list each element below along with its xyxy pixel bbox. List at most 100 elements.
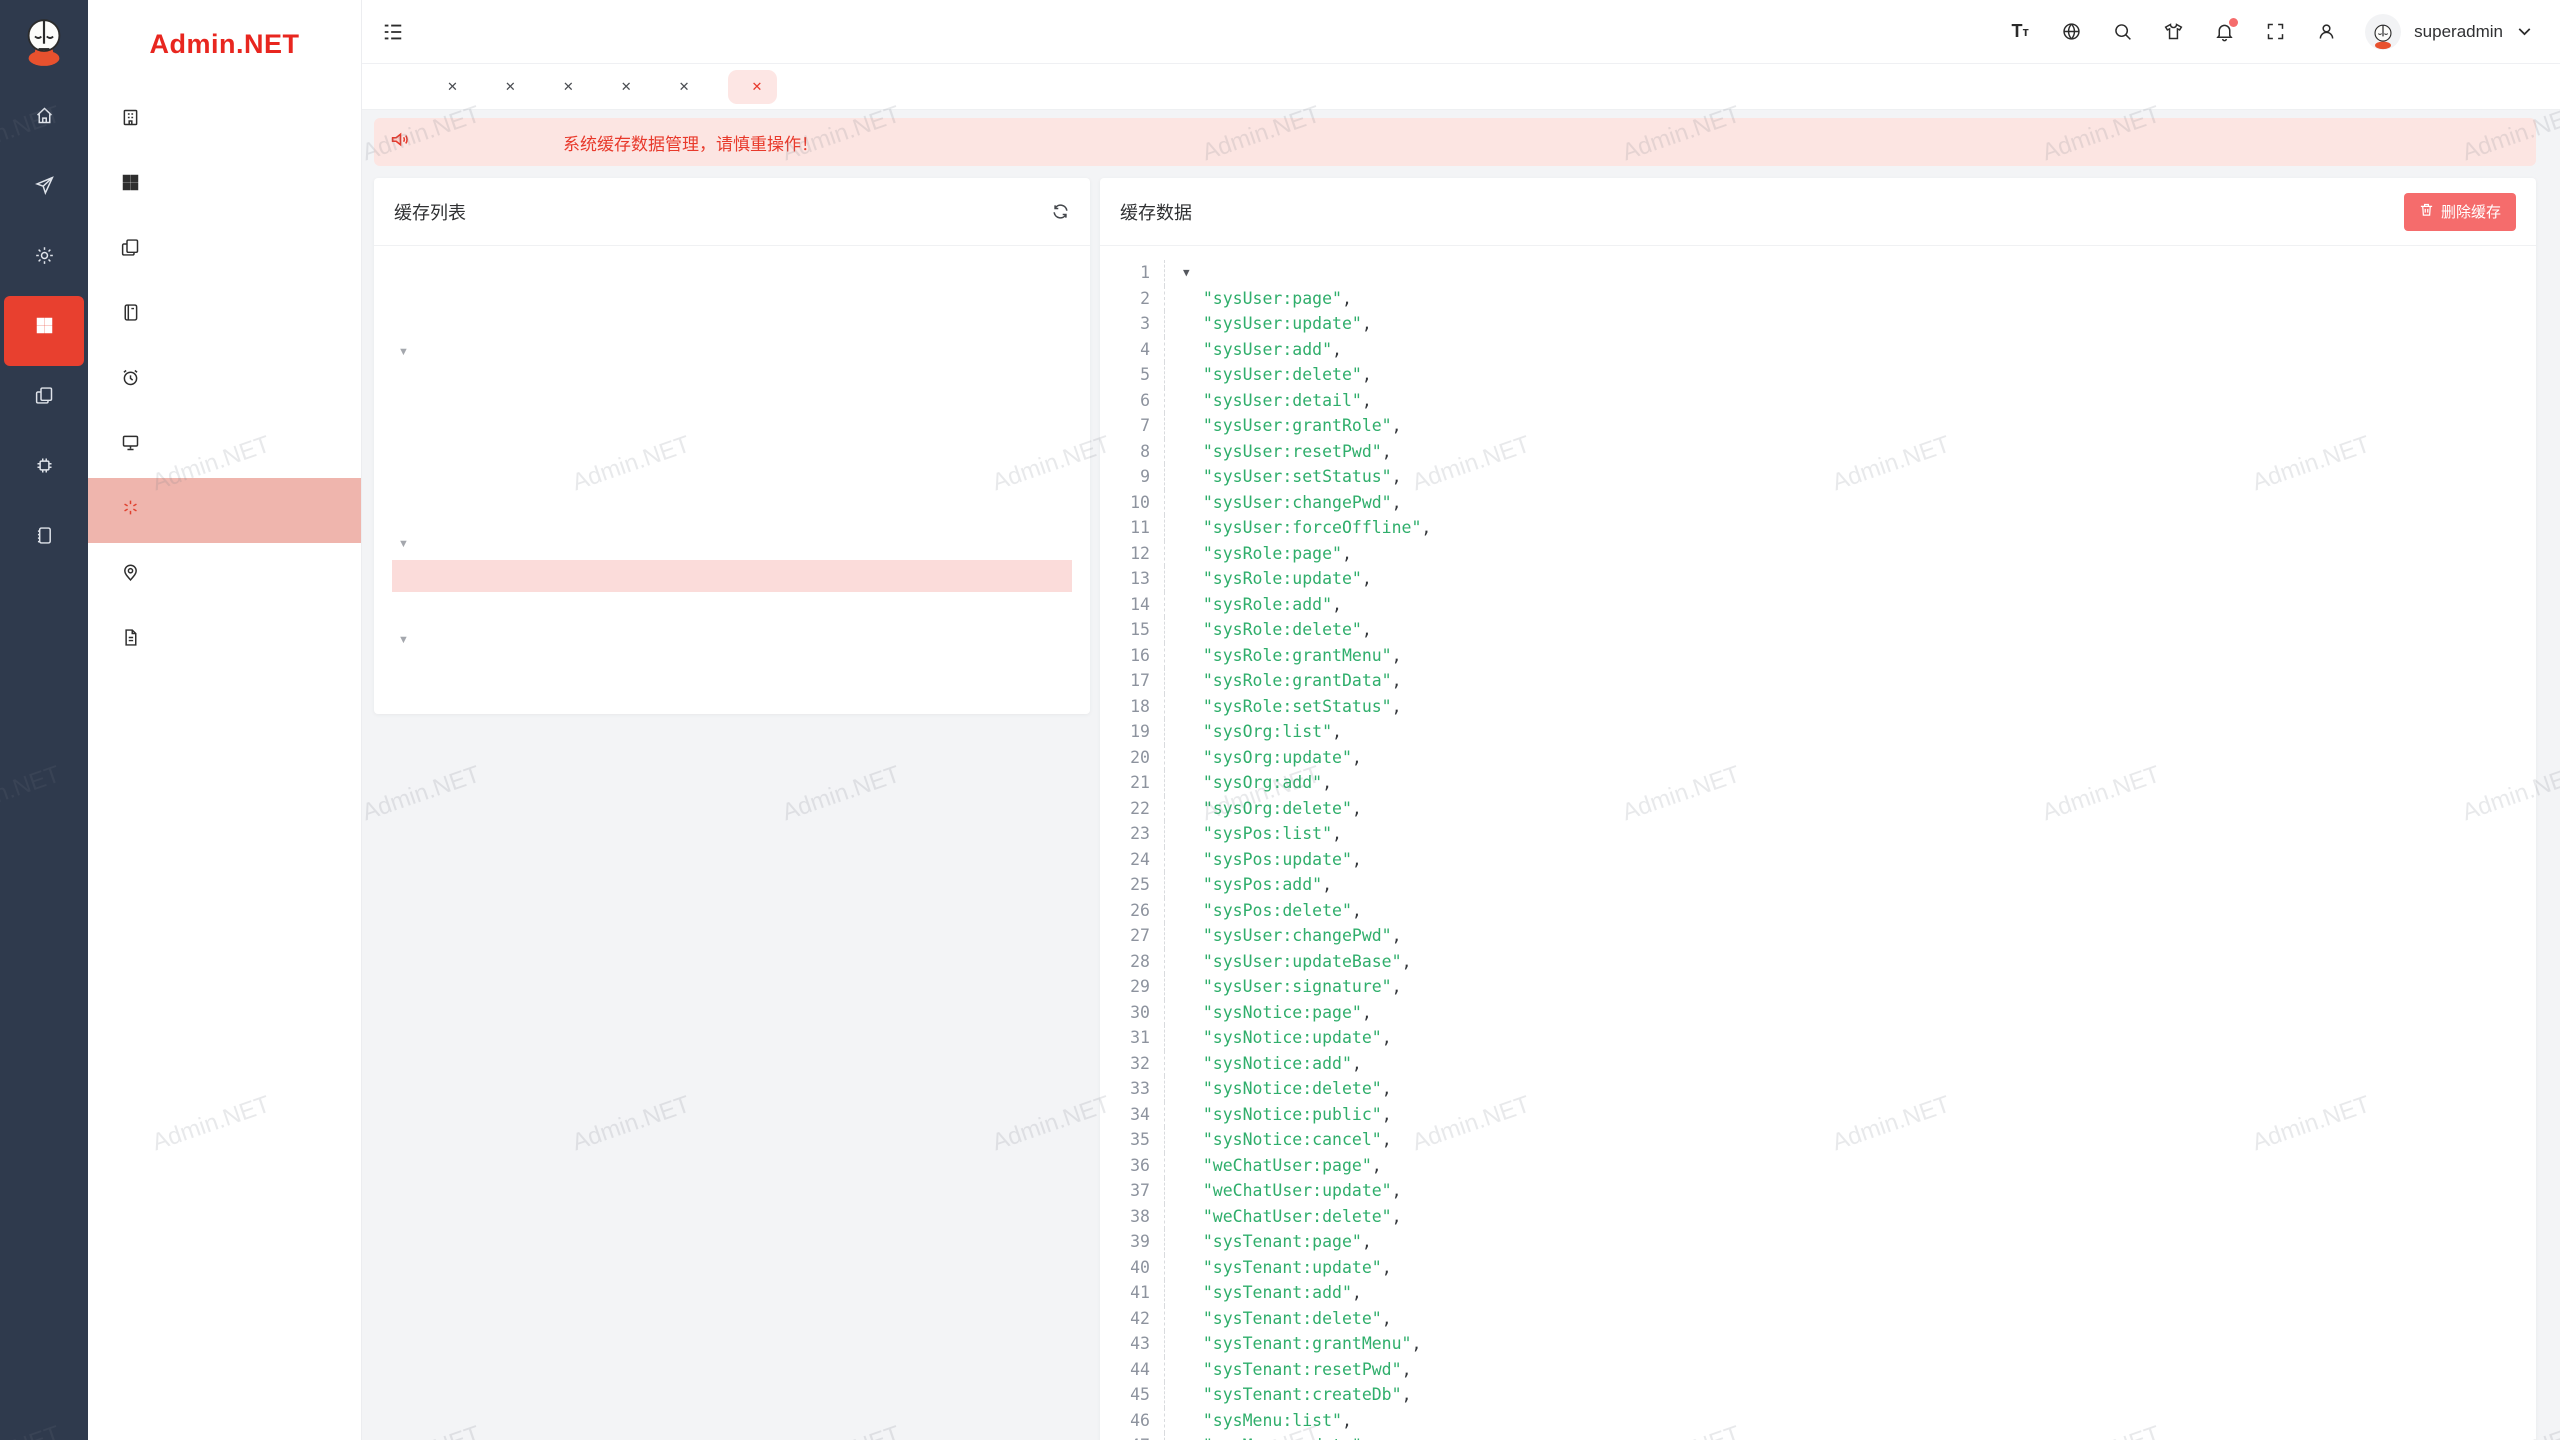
line-number: 40: [1100, 1255, 1164, 1281]
rail-item-3[interactable]: [4, 296, 84, 366]
avatar[interactable]: [2365, 14, 2401, 50]
delete-cache-label: 删除缓存: [2441, 201, 2501, 222]
tree-node-sys_second_ver[interactable]: [392, 496, 1072, 528]
json-string: "weChatUser:update": [1203, 1181, 1392, 1200]
caret-down-icon[interactable]: ▼: [398, 634, 409, 646]
json-string: "sysUser:signature": [1203, 977, 1392, 996]
tab-3[interactable]: ✕: [554, 64, 574, 110]
json-string: "sysUser:detail": [1203, 391, 1362, 410]
theme-shirt-icon[interactable]: [2161, 20, 2185, 44]
home-icon: [34, 105, 55, 130]
user-icon[interactable]: [2314, 20, 2338, 44]
tab-4[interactable]: ✕: [612, 64, 632, 110]
tab-5[interactable]: ✕: [670, 64, 690, 110]
line-number: 22: [1100, 796, 1164, 822]
json-string: "sysNotice:delete": [1203, 1079, 1382, 1098]
warning-alert: 系统缓存数据管理，请慎重操作！: [374, 118, 2536, 166]
rail-item-6[interactable]: [4, 506, 84, 576]
json-string: "sysNotice:update": [1203, 1028, 1382, 1047]
location-icon: [120, 562, 141, 589]
menu-item-6[interactable]: [88, 478, 361, 543]
tab-close-icon[interactable]: ✕: [505, 79, 516, 95]
code-line: 7 "sysUser:grantRole",: [1100, 413, 2536, 439]
json-string: "sysTenant:delete": [1203, 1309, 1382, 1328]
tree-node-sys_single_login[interactable]: [392, 272, 1072, 304]
code-content: "sysOrg:update",: [1164, 745, 1362, 771]
menu-item-4[interactable]: [88, 348, 361, 413]
tree-node-list[interactable]: [392, 656, 1072, 688]
tree-node-test:Custom[interactable]: [392, 432, 1072, 464]
chevron-down-icon[interactable]: [2512, 20, 2536, 44]
menu-item-0[interactable]: [88, 88, 361, 153]
refresh-icon[interactable]: [1051, 202, 1070, 221]
app-logo[interactable]: [0, 0, 88, 86]
search-icon[interactable]: [2110, 20, 2134, 44]
delete-cache-button[interactable]: 删除缓存: [2404, 193, 2516, 231]
code-line: 37 "weChatUser:update",: [1100, 1178, 2536, 1204]
line-number: 44: [1100, 1357, 1164, 1383]
code-content: "sysNotice:public",: [1164, 1102, 1392, 1128]
rail-item-5[interactable]: [4, 436, 84, 506]
menu-item-5[interactable]: [88, 413, 361, 478]
rail-item-2[interactable]: [4, 226, 84, 296]
tree-node-sys_captcha[interactable]: [392, 304, 1072, 336]
code-line: 8 "sysUser:resetPwd",: [1100, 439, 2536, 465]
caret-down-icon[interactable]: ▼: [398, 538, 409, 550]
tab-2[interactable]: ✕: [496, 64, 516, 110]
json-viewer: 1▼2 "sysUser:page",3 "sysUser:update",4 …: [1100, 246, 2536, 1440]
code-content: "sysUser:updateBase",: [1164, 949, 1412, 975]
tree-node-sys_wartermark[interactable]: [392, 592, 1072, 624]
font-size-icon[interactable]: Tт: [2008, 20, 2032, 44]
code-content: "sysUser:grantRole",: [1164, 413, 1402, 439]
menu-item-3[interactable]: [88, 283, 361, 348]
tree-node-tenant[interactable]: ▼: [392, 624, 1072, 656]
code-content: "sysTenant:createDb",: [1164, 1382, 1412, 1408]
brand-logo[interactable]: Admin.NET: [88, 0, 361, 88]
menu-item-2[interactable]: [88, 218, 361, 283]
collapse-caret-icon[interactable]: ▼: [1183, 266, 1190, 279]
rail-item-4[interactable]: [4, 366, 84, 436]
tab-close-icon[interactable]: ✕: [563, 79, 574, 95]
main-column: Tт superadmin ✕ ✕ ✕ ✕ ✕ ✕: [362, 0, 2560, 1440]
rail-item-1[interactable]: [4, 156, 84, 226]
menu-item-1[interactable]: [88, 153, 361, 218]
tree-node-permission[interactable]: ▼: [392, 528, 1072, 560]
username[interactable]: superadmin: [2414, 22, 2503, 42]
json-string: "sysUser:add": [1203, 340, 1332, 359]
json-string: "sysOrg:delete": [1203, 799, 1352, 818]
tab-close-icon[interactable]: ✕: [621, 79, 632, 95]
line-number: 26: [1100, 898, 1164, 924]
menu-item-8[interactable]: [88, 608, 361, 673]
line-number: 27: [1100, 923, 1164, 949]
tree-node-252885263000000[interactable]: [392, 560, 1072, 592]
code-line: 21 "sysOrg:add",: [1100, 770, 2536, 796]
code-line: 11 "sysUser:forceOffline",: [1100, 515, 2536, 541]
tab-close-icon[interactable]: ✕: [447, 79, 458, 95]
snowflake-icon: [120, 497, 141, 524]
tab-6[interactable]: ✕: [728, 70, 778, 104]
language-icon[interactable]: [2059, 20, 2083, 44]
code-line: 30 "sysNotice:page",: [1100, 1000, 2536, 1026]
tree-node-test:IsDelete[interactable]: [392, 368, 1072, 400]
menu-fold-icon[interactable]: [382, 21, 404, 43]
line-number: 30: [1100, 1000, 1164, 1026]
notification-bell-icon[interactable]: [2212, 20, 2236, 44]
caret-down-icon[interactable]: ▼: [398, 346, 409, 358]
cache-data-panel: 缓存数据 删除缓存 1▼2 "sysUser:page",3 "sysUser:…: [1100, 178, 2536, 1440]
tab-1[interactable]: ✕: [438, 64, 458, 110]
rail-item-0[interactable]: [4, 86, 84, 156]
menu-item-7[interactable]: [88, 543, 361, 608]
fullscreen-icon[interactable]: [2263, 20, 2287, 44]
grid-icon: [34, 315, 55, 340]
tab-close-icon[interactable]: ✕: [679, 79, 690, 95]
line-number: 25: [1100, 872, 1164, 898]
code-line: 20 "sysOrg:update",: [1100, 745, 2536, 771]
code-line: 5 "sysUser:delete",: [1100, 362, 2536, 388]
tab-close-icon[interactable]: ✕: [752, 79, 763, 95]
json-string: "weChatUser:delete": [1203, 1207, 1392, 1226]
code-content: "sysRole:page",: [1164, 541, 1352, 567]
tree-node-123456780000000:IsDelete[interactable]: [392, 400, 1072, 432]
code-content: "weChatUser:delete",: [1164, 1204, 1402, 1230]
tree-node-123456780000000:Custom[interactable]: [392, 464, 1072, 496]
tree-node-db[interactable]: ▼: [392, 336, 1072, 368]
